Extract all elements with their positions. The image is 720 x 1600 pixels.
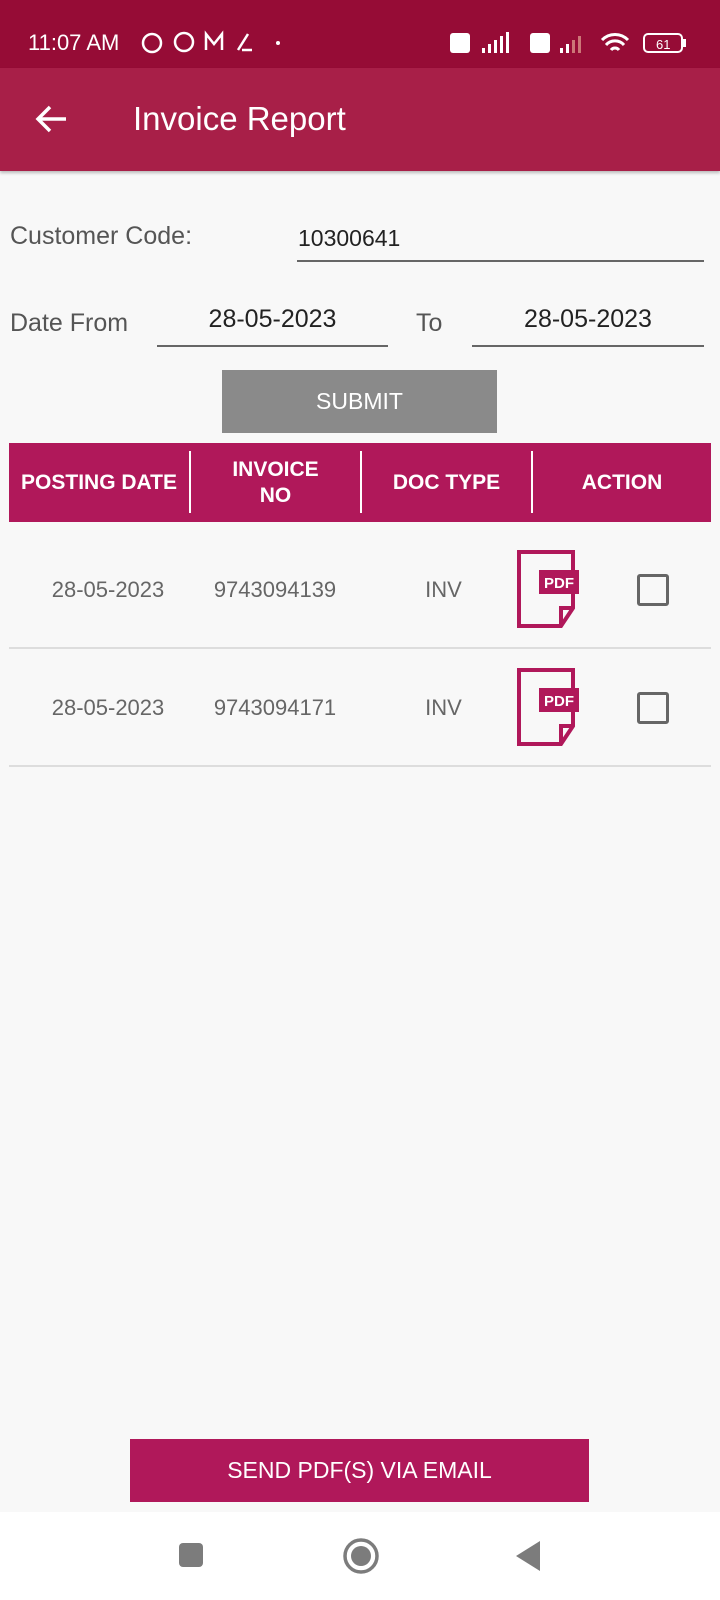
invoice-no: 9743094171 [213, 694, 337, 720]
posting-date: 28-05-2023 [51, 576, 165, 602]
back-arrow-icon[interactable] [34, 103, 70, 135]
svg-text:PDF: PDF [544, 575, 574, 592]
status-bar: 11:07 AM 61 [0, 0, 720, 68]
date-from-input[interactable]: 28-05-2023 [157, 305, 388, 347]
table-header: POSTING DATE INVOICE NO DOC TYPE ACTION [9, 443, 711, 522]
header-doc-type: DOC TYPE [392, 470, 501, 494]
date-from-label: Date From [10, 309, 129, 337]
home-circle-icon[interactable] [342, 1537, 380, 1575]
app-bar: Invoice Report [0, 68, 720, 171]
row-checkbox[interactable] [637, 574, 669, 606]
battery-level: 61 [656, 37, 670, 52]
back-triangle-icon[interactable] [512, 1539, 542, 1573]
page-title: Invoice Report [133, 100, 346, 137]
header-posting-date: POSTING DATE [21, 470, 177, 494]
date-to-input[interactable]: 28-05-2023 [472, 305, 704, 347]
customer-code-input[interactable]: 10300641 [297, 222, 704, 262]
doc-type: INV [425, 576, 462, 602]
recents-square-icon[interactable] [177, 1541, 205, 1569]
pdf-icon[interactable]: PDF [517, 668, 579, 748]
customer-code-value: 10300641 [298, 225, 401, 251]
customer-code-label: Customer Code: [10, 222, 193, 250]
header-invoice-no: INVOICE NO [232, 457, 319, 507]
pdf-icon[interactable]: PDF [517, 550, 579, 630]
system-status-icons: 61 [450, 32, 686, 53]
date-to-label: To [416, 309, 443, 337]
notification-icons [141, 30, 280, 54]
header-action: ACTION [581, 470, 663, 494]
send-pdf-email-button[interactable]: SEND PDF(S) VIA EMAIL [130, 1439, 589, 1502]
invoice-no: 9743094139 [213, 576, 337, 602]
date-to-value: 28-05-2023 [524, 305, 652, 333]
svg-text:PDF: PDF [544, 693, 574, 710]
navigation-bar [0, 1512, 720, 1600]
submit-button[interactable]: SUBMIT [222, 370, 497, 433]
table-row: 28-05-2023 9743094171 INV PDF [9, 650, 711, 767]
row-checkbox[interactable] [637, 692, 669, 724]
table-row: 28-05-2023 9743094139 INV PDF [9, 532, 711, 649]
posting-date: 28-05-2023 [51, 694, 165, 720]
status-time: 11:07 AM [28, 30, 120, 55]
doc-type: INV [425, 694, 462, 720]
date-from-value: 28-05-2023 [208, 305, 337, 333]
